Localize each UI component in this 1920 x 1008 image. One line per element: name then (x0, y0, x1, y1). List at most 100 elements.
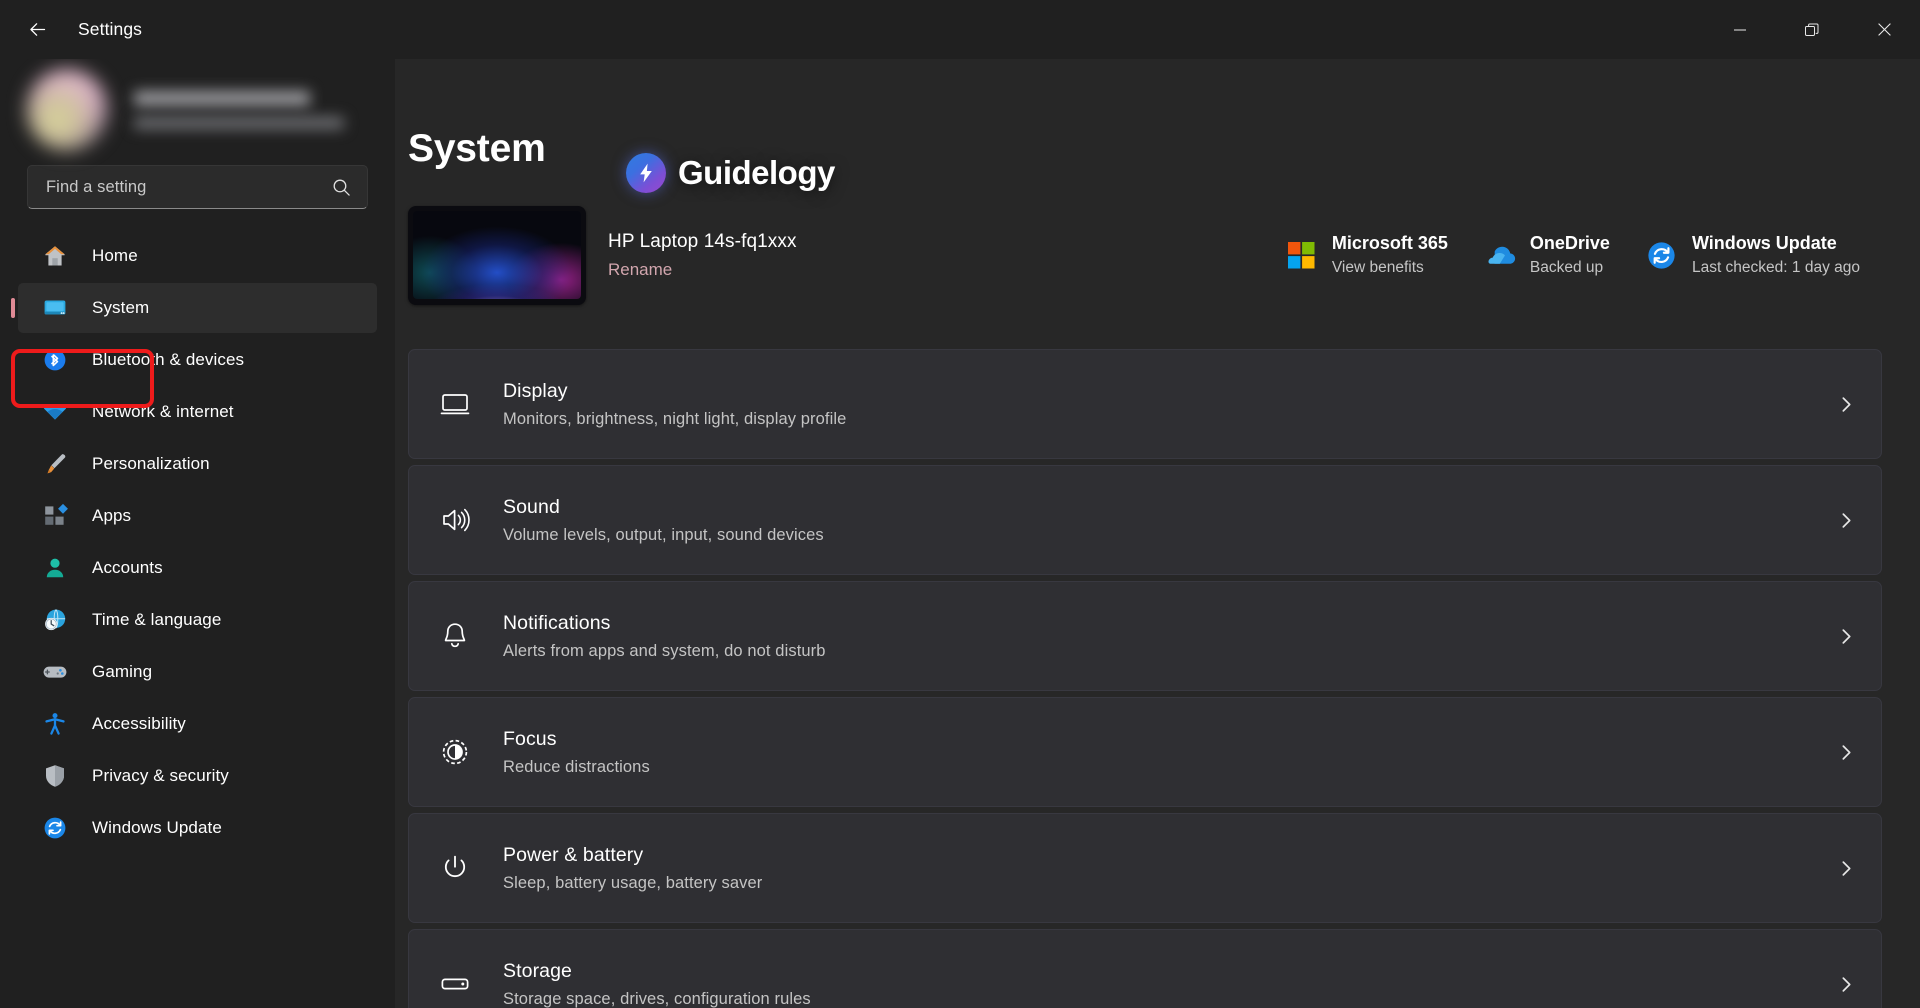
sidebar-item-label: Accessibility (92, 714, 186, 733)
settings-row-subtitle: Monitors, brightness, night light, displ… (503, 409, 847, 428)
clock-globe-icon (40, 605, 70, 635)
status-card-subtitle: Last checked: 1 day ago (1691, 259, 1860, 276)
onedrive-cloud-icon (1484, 239, 1516, 271)
status-card-title: Microsoft 365 (1331, 233, 1448, 253)
status-card-text: Microsoft 365 View benefits (1332, 233, 1448, 277)
settings-row-text: Focus Reduce distractions (503, 728, 1838, 777)
sidebar-item-label: Personalization (92, 454, 210, 473)
sidebar-item-personalization[interactable]: Personalization (18, 439, 377, 489)
close-button[interactable] (1848, 0, 1920, 59)
bluetooth-icon (40, 345, 70, 375)
back-button[interactable] (14, 10, 60, 50)
settings-row-storage[interactable]: Storage Storage space, drives, configura… (408, 929, 1882, 1008)
app-title: Settings (78, 19, 143, 39)
sidebar-item-windows-update[interactable]: Windows Update (18, 803, 377, 853)
update-sync-icon (1646, 239, 1678, 271)
settings-row-text: Display Monitors, brightness, night ligh… (503, 380, 1838, 429)
accessibility-icon (40, 709, 70, 739)
sidebar-item-label: Windows Update (92, 818, 222, 837)
sidebar-item-apps[interactable]: Apps (18, 491, 377, 541)
settings-row-sound[interactable]: Sound Volume levels, output, input, soun… (408, 465, 1882, 575)
device-name: HP Laptop 14s-fq1xxx (608, 230, 797, 252)
speaker-icon (437, 502, 473, 538)
status-cards: Microsoft 365 View benefits OneDrive Bac… (1268, 199, 1878, 311)
brush-icon (40, 449, 70, 479)
chevron-right-icon (1838, 512, 1855, 529)
settings-list: Display Monitors, brightness, night ligh… (408, 349, 1882, 1008)
minimize-button[interactable] (1704, 0, 1776, 59)
settings-row-notifications[interactable]: Notifications Alerts from apps and syste… (408, 581, 1882, 691)
sidebar-item-accessibility[interactable]: Accessibility (18, 699, 377, 749)
settings-row-title: Display (503, 379, 568, 402)
sidebar-item-gaming[interactable]: Gaming (18, 647, 377, 697)
close-icon (1877, 23, 1891, 36)
settings-row-subtitle: Alerts from apps and system, do not dist… (503, 641, 826, 660)
settings-row-text: Notifications Alerts from apps and syste… (503, 612, 1838, 661)
device-wallpaper (413, 210, 581, 299)
sidebar-item-label: Network & internet (92, 402, 234, 421)
focus-icon (437, 734, 473, 770)
sidebar-item-label: Gaming (92, 662, 153, 681)
status-card-microsoft-365[interactable]: Microsoft 365 View benefits (1268, 223, 1466, 287)
profile-email-blurred (134, 117, 344, 129)
sidebar-nav: Home System Bluetooth & devices Network … (0, 231, 395, 1002)
settings-row-title: Notifications (503, 611, 611, 634)
microsoft-logo-icon (1286, 239, 1318, 271)
settings-window: Settings Find a setting Home System Blue… (0, 0, 1920, 1008)
status-card-onedrive[interactable]: OneDrive Backed up (1466, 223, 1628, 287)
rename-link[interactable]: Rename (608, 260, 672, 280)
sidebar-item-time-language[interactable]: Time & language (18, 595, 377, 645)
user-profile[interactable] (0, 65, 395, 155)
laptop-device-image (408, 205, 586, 305)
profile-name-blurred (134, 91, 310, 106)
settings-row-text: Sound Volume levels, output, input, soun… (503, 496, 1838, 545)
sidebar-item-label: Bluetooth & devices (92, 350, 245, 369)
maximize-button[interactable] (1776, 0, 1848, 59)
system-icon (40, 293, 70, 323)
gamepad-icon (40, 657, 70, 687)
settings-row-title: Sound (503, 495, 560, 518)
sidebar-item-network-internet[interactable]: Network & internet (18, 387, 377, 437)
shield-icon (40, 761, 70, 791)
device-header: HP Laptop 14s-fq1xxx Rename Guidelogy Mi… (408, 153, 1896, 311)
sidebar-item-label: Privacy & security (92, 766, 229, 785)
drive-icon (437, 966, 473, 1002)
arrow-left-icon (29, 23, 45, 36)
window-controls (1704, 0, 1920, 59)
settings-row-title: Power & battery (503, 843, 644, 866)
sidebar-item-system[interactable]: System (18, 283, 377, 333)
account-icon (40, 553, 70, 583)
sidebar-item-privacy-security[interactable]: Privacy & security (18, 751, 377, 801)
page-title: System (408, 127, 546, 170)
apps-icon (40, 501, 70, 531)
settings-row-display[interactable]: Display Monitors, brightness, night ligh… (408, 349, 1882, 459)
settings-row-title: Focus (503, 727, 557, 750)
search-input[interactable]: Find a setting (27, 165, 368, 209)
avatar (26, 69, 108, 151)
status-card-subtitle: Backed up (1529, 259, 1604, 276)
sidebar-item-bluetooth-devices[interactable]: Bluetooth & devices (18, 335, 377, 385)
settings-row-subtitle: Reduce distractions (503, 757, 650, 776)
chevron-right-icon (1838, 976, 1855, 993)
window-body: Find a setting Home System Bluetooth & d… (0, 59, 1920, 1008)
restore-icon (1805, 23, 1819, 36)
status-card-windows-update[interactable]: Windows Update Last checked: 1 day ago (1628, 223, 1878, 287)
search-container: Find a setting (0, 155, 395, 209)
title-bar: Settings (0, 0, 1920, 59)
minimize-icon (1734, 29, 1746, 30)
settings-row-focus[interactable]: Focus Reduce distractions (408, 697, 1882, 807)
chevron-right-icon (1838, 860, 1855, 877)
search-icon (332, 178, 351, 197)
search-placeholder: Find a setting (46, 177, 147, 196)
chevron-right-icon (1838, 628, 1855, 645)
settings-row-power-battery[interactable]: Power & battery Sleep, battery usage, ba… (408, 813, 1882, 923)
settings-row-subtitle: Sleep, battery usage, battery saver (503, 873, 763, 892)
sidebar-item-label: Home (92, 246, 138, 265)
sidebar-item-home[interactable]: Home (18, 231, 377, 281)
status-card-title: Windows Update (1691, 233, 1837, 253)
profile-text (134, 91, 344, 129)
settings-row-text: Storage Storage space, drives, configura… (503, 960, 1838, 1008)
settings-row-title: Storage (503, 959, 572, 982)
sidebar-item-accounts[interactable]: Accounts (18, 543, 377, 593)
device-meta: HP Laptop 14s-fq1xxx Rename (608, 231, 797, 280)
